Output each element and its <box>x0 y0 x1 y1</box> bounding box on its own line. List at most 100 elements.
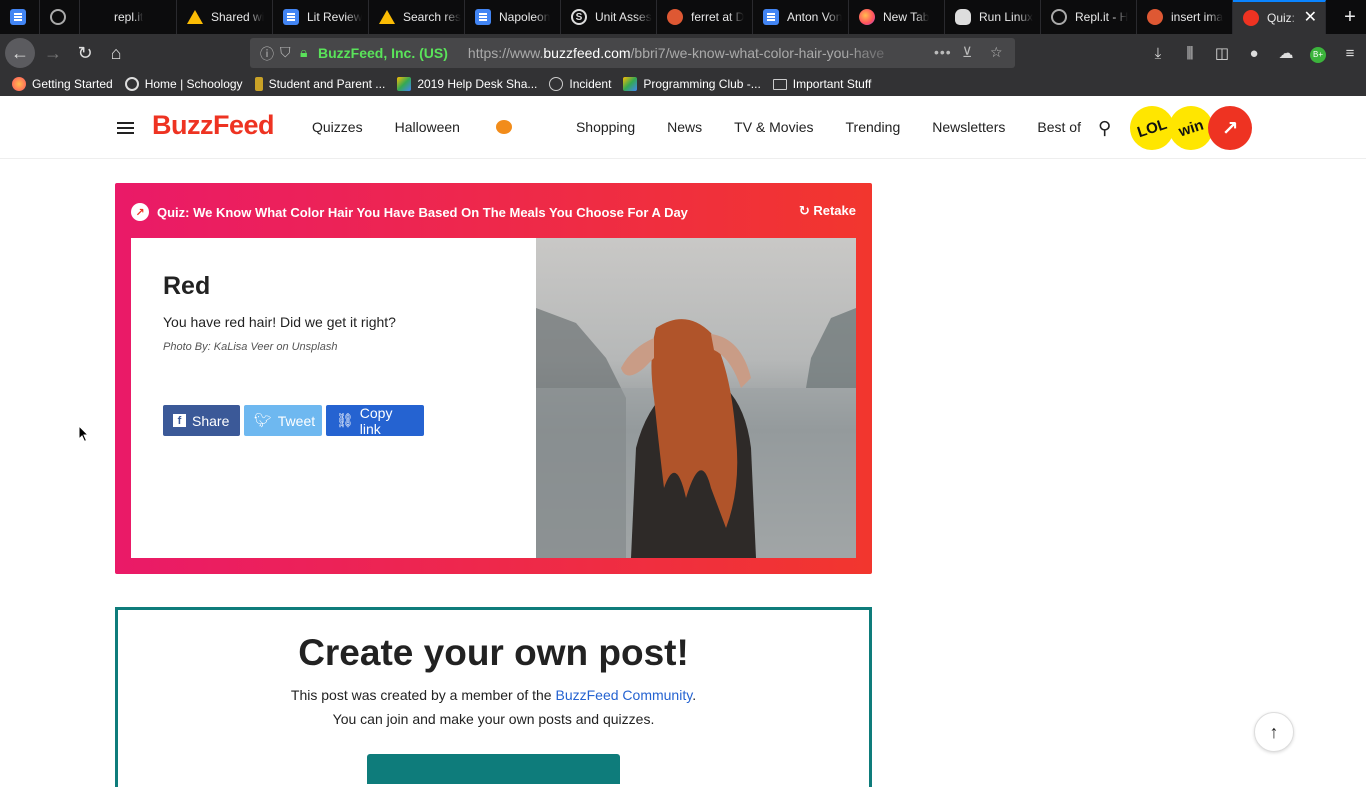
tab-label: Quiz: W <box>1267 11 1299 25</box>
bookmark-p-icon <box>254 77 263 91</box>
nav-trending[interactable]: Trending <box>846 119 901 135</box>
url-bar[interactable]: ⓘ ⛉ 🔒︎ BuzzFeed, Inc. (US) https://www.b… <box>250 38 1015 68</box>
drive-icon <box>187 10 203 24</box>
grammarly-icon[interactable]: B+ <box>1302 44 1334 63</box>
tab-ferret[interactable]: ferret at D <box>657 0 753 34</box>
url-prefix: https://www. <box>467 45 544 61</box>
nav-quizzes[interactable]: Quizzes <box>312 119 363 135</box>
bookmark-getting-started[interactable]: Getting Started <box>12 77 113 91</box>
lock-icon[interactable]: 🔒︎ <box>300 44 307 61</box>
site-header: BuzzFeed Quizzes Halloween Shopping News… <box>0 96 1366 159</box>
drive-icon <box>397 77 412 91</box>
bookmark-programming-club[interactable]: Programming Club -... <box>623 77 761 91</box>
new-tab-button[interactable]: + <box>1334 0 1366 34</box>
extension-icon[interactable]: ☁ <box>1270 44 1302 62</box>
back-button[interactable]: ← <box>5 38 35 68</box>
tweet-label: Tweet <box>277 412 316 429</box>
nav-best-of-week[interactable]: Best of the Week <box>1037 119 1084 135</box>
facebook-icon: f <box>173 414 186 427</box>
duckduckgo-icon <box>667 9 683 25</box>
tab-quiz-active[interactable]: Quiz: W ✕ <box>1233 0 1326 34</box>
back-to-top-button[interactable]: ↑ <box>1254 712 1294 752</box>
tab-docs-1[interactable] <box>0 0 40 34</box>
tab-lit-review[interactable]: Lit Review <box>273 0 369 34</box>
library-icon[interactable]: ⫼ <box>1174 45 1206 62</box>
result-photo <box>536 238 856 558</box>
result-title: Red <box>163 272 211 300</box>
info-icon[interactable]: ⓘ <box>260 44 274 64</box>
reload-button[interactable]: ↻ <box>70 38 100 68</box>
profile-badge: B+ <box>1310 46 1326 63</box>
bookmark-label: Important Stuff <box>792 77 872 91</box>
tweet-button[interactable]: 🐦︎ Tweet <box>244 405 322 436</box>
duckduckgo-icon <box>1147 9 1163 25</box>
tab-label: Unit Asses <box>595 10 652 24</box>
create-post-button[interactable] <box>367 754 620 784</box>
tab-label: Search res <box>403 10 462 24</box>
bookmark-folder-important[interactable]: Important Stuff <box>772 77 872 91</box>
pumpkin-icon <box>495 120 512 134</box>
page-actions-icon[interactable]: ••• <box>934 44 952 60</box>
result-panel: Red You have red hair! Did we get it rig… <box>131 238 856 558</box>
downloads-icon[interactable]: ⤓ <box>1142 45 1174 62</box>
tab-napoleon[interactable]: Napoleon <box>465 0 561 34</box>
sidebar-icon[interactable]: ◫ <box>1206 44 1238 62</box>
tab-anton[interactable]: Anton Von <box>753 0 849 34</box>
tab-label: Shared wi <box>211 10 265 24</box>
bookmark-help-desk[interactable]: 2019 Help Desk Sha... <box>397 77 537 91</box>
tab-label: Run Linux <box>979 10 1034 24</box>
tab-new-tab[interactable]: New Tab <box>849 0 945 34</box>
bookmark-incident[interactable]: Incident <box>549 77 611 91</box>
tab-replit[interactable]: repl.it <box>80 0 177 34</box>
pocket-icon[interactable]: ⊻ <box>962 44 972 61</box>
url-path: /bbri7/we-know-what-color-hair-you-have <box>630 45 885 61</box>
folder-icon <box>772 78 787 90</box>
retake-label: Retake <box>813 203 856 218</box>
copy-link-label: Copy link <box>359 404 393 437</box>
tab-replit-1[interactable] <box>40 0 80 34</box>
toolbar-icons: ⤓ ⫼ ◫ ● ☁ B+ ≡ <box>1142 34 1366 72</box>
nav-newsletters[interactable]: Newsletters <box>932 119 1005 135</box>
retake-button[interactable]: ↻ Retake <box>799 203 856 219</box>
mouse-cursor-icon <box>78 425 90 443</box>
bookmark-label: Programming Club -... <box>643 77 761 91</box>
bookmark-schoology[interactable]: Home | Schoology <box>124 77 243 91</box>
tab-replit-h[interactable]: Repl.it - H <box>1041 0 1137 34</box>
browser-chrome: repl.it Shared wi Lit Review Search res … <box>0 0 1366 96</box>
copy-link-button[interactable]: ⛓ Copy link <box>326 404 424 437</box>
bookmark-star-icon[interactable]: ☆ <box>990 44 1003 61</box>
tab-run-linux[interactable]: Run Linux <box>945 0 1041 34</box>
menu-icon[interactable]: ≡ <box>1334 45 1366 62</box>
account-icon[interactable]: ● <box>1238 45 1270 62</box>
tab-shared[interactable]: Shared wi <box>177 0 273 34</box>
tab-label: Lit Review <box>307 10 363 24</box>
nav-shopping[interactable]: Shopping <box>576 119 635 135</box>
buzzfeed-logo[interactable]: BuzzFeed <box>152 110 275 141</box>
nav-news[interactable]: News <box>667 119 702 135</box>
bookmark-student-parent[interactable]: Student and Parent ... <box>254 77 385 91</box>
hamburger-menu-icon[interactable] <box>117 122 134 134</box>
home-button[interactable]: ⌂ <box>101 38 131 68</box>
forward-button[interactable]: → <box>38 38 68 68</box>
trending-badge-icon[interactable]: ↗ <box>1208 106 1252 150</box>
twitter-icon: 🐦︎ <box>254 412 272 428</box>
drive-icon <box>623 77 638 91</box>
quiz-header: ↗ Quiz: We Know What Color Hair You Have… <box>131 203 688 221</box>
buzzfeed-community-link[interactable]: BuzzFeed Community <box>556 687 693 703</box>
quiz-title: Quiz: We Know What Color Hair You Have B… <box>157 204 688 220</box>
nav-halloween[interactable]: Halloween <box>395 119 544 135</box>
search-icon[interactable]: ⚲ <box>1098 118 1111 139</box>
site-identity[interactable]: BuzzFeed, Inc. (US) <box>318 45 448 61</box>
url-text[interactable]: https://www.buzzfeed.com/bbri7/we-know-w… <box>468 45 908 61</box>
tab-unit-assessment[interactable]: S Unit Asses <box>561 0 657 34</box>
nav-tv-movies[interactable]: TV & Movies <box>734 119 813 135</box>
close-tab-icon[interactable]: ✕ <box>1304 10 1317 26</box>
tab-insert-image[interactable]: insert ima <box>1137 0 1233 34</box>
tab-search-results[interactable]: Search res <box>369 0 465 34</box>
tracking-shield-icon[interactable]: ⛉ <box>280 44 291 61</box>
facebook-share-button[interactable]: f Share <box>163 405 240 436</box>
tab-label: ferret at D <box>691 10 745 24</box>
link-icon: ⛓ <box>336 412 354 428</box>
tab-label: Repl.it - H <box>1075 10 1129 24</box>
bookmark-label: Home | Schoology <box>144 77 243 91</box>
